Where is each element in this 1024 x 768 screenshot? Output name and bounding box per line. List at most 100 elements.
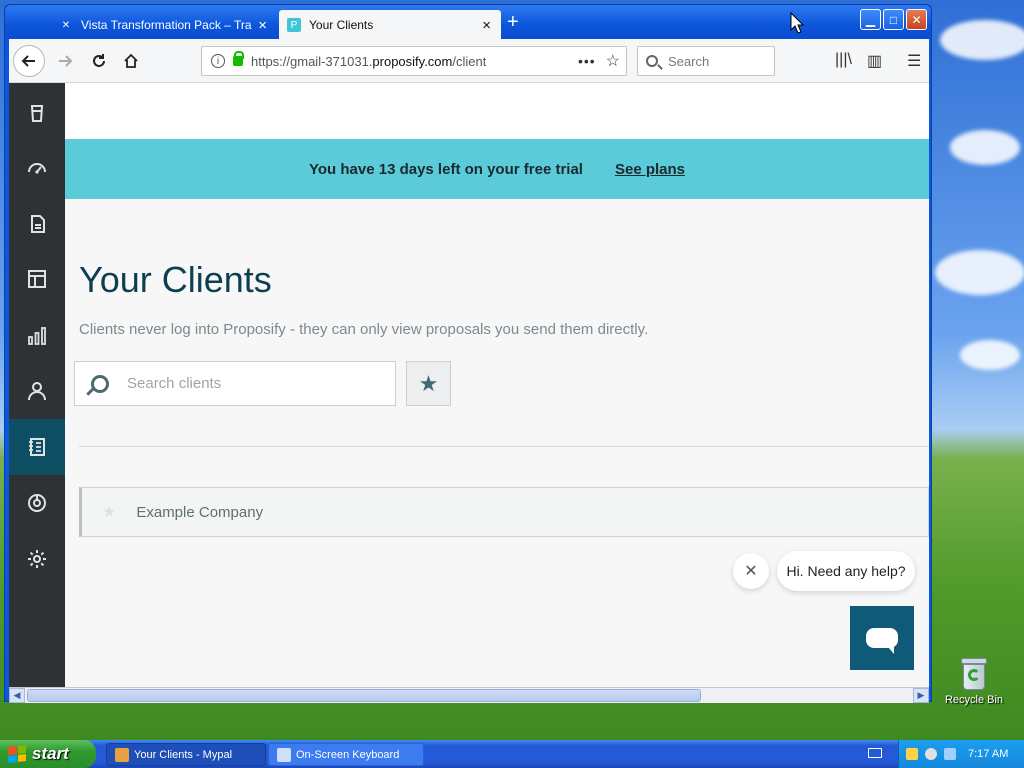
system-tray: 7:17 AM [898, 740, 1024, 768]
chat-bubble-icon [866, 628, 898, 654]
sidebar-item-settings[interactable] [9, 531, 65, 587]
page-subtitle: Clients never log into Proposify - they … [79, 321, 649, 338]
user-icon [28, 382, 46, 401]
windows-logo-icon [8, 745, 26, 763]
client-row[interactable]: ★ Example Company [79, 487, 929, 537]
close-tab-icon[interactable]: × [482, 17, 491, 34]
maximize-button[interactable]: □ [883, 9, 904, 30]
arrow-left-icon [21, 55, 35, 67]
sidebar-item-clients[interactable] [9, 419, 65, 475]
search-icon [646, 55, 658, 67]
start-label: start [32, 744, 69, 763]
taskbar-item-label: Your Clients - Mypal [134, 748, 233, 761]
page-title: Your Clients [79, 259, 272, 300]
taskbar-item-on-screen-keyboard[interactable]: On-Screen Keyboard [268, 743, 424, 766]
favorite-star-icon[interactable]: ★ [102, 502, 116, 522]
mypal-browser-icon [115, 747, 129, 762]
mouse-cursor-icon [790, 12, 804, 34]
dashboard-icon [28, 163, 46, 174]
help-message-bubble[interactable]: Hi. Need any help? [777, 551, 915, 591]
favorites-filter-button[interactable]: ★ [406, 361, 451, 406]
close-help-button[interactable]: ✕ [733, 553, 769, 589]
cloud [940, 20, 1024, 60]
top-header-area [65, 83, 929, 139]
help-text: Hi. Need any help? [786, 563, 906, 579]
start-button[interactable]: start [0, 740, 96, 768]
cloud [960, 340, 1020, 370]
sidebar-toggle-icon[interactable]: ▥ [867, 51, 882, 71]
settings-gear-icon [28, 550, 46, 568]
forward-button[interactable] [51, 47, 79, 75]
close-tab-icon[interactable]: × [258, 17, 267, 34]
page-content: You have 13 days left on your free trial… [9, 83, 929, 687]
trial-banner: You have 13 days left on your free trial… [65, 139, 929, 199]
close-window-button[interactable]: ✕ [906, 9, 927, 30]
templates-icon [28, 270, 46, 288]
taskbar-item-your-clients[interactable]: Your Clients - Mypal [106, 743, 266, 766]
bookmark-star-icon[interactable]: ☆ [606, 51, 620, 71]
client-name: Example Company [136, 503, 264, 521]
sidebar-item-dashboard[interactable] [9, 140, 65, 196]
home-button[interactable] [117, 47, 145, 75]
see-plans-link[interactable]: See plans [615, 161, 685, 178]
security-shield-icon[interactable] [906, 748, 918, 760]
clock[interactable]: 7:17 AM [968, 748, 1008, 760]
documents-icon [31, 215, 45, 233]
sidebar-item-documents[interactable] [9, 196, 65, 252]
tab-your-clients[interactable]: P Your Clients × [279, 10, 501, 40]
new-tab-button[interactable]: + [507, 12, 519, 32]
volume-icon[interactable] [944, 748, 956, 760]
browser-toolbar: i https://gmail-371031.proposify.com/cli… [9, 39, 929, 83]
taskbar: start Your Clients - Mypal On-Screen Key… [0, 740, 1024, 768]
horizontal-scrollbar[interactable]: ◀ ▶ [9, 687, 929, 703]
sidebar-item-templates[interactable] [9, 251, 65, 307]
reload-icon [93, 54, 105, 67]
menu-hamburger-icon[interactable]: ☰ [907, 51, 921, 71]
metrics-icon [28, 327, 46, 345]
tab-vista-transformation-pack[interactable]: ✕ Vista Transformation Pack – Trans × [51, 10, 277, 40]
search-clients-input[interactable]: Search clients [74, 361, 396, 406]
trial-message: You have 13 days left on your free trial [308, 160, 583, 178]
network-icon[interactable] [925, 748, 937, 760]
chat-launcher-button[interactable] [850, 606, 914, 670]
integrations-icon [28, 494, 46, 512]
clients-book-icon [29, 438, 45, 456]
browser-search-input[interactable]: Search [637, 46, 775, 76]
search-placeholder: Search [668, 53, 710, 69]
back-button[interactable] [13, 45, 45, 77]
scroll-right-icon[interactable]: ▶ [913, 688, 929, 703]
info-icon[interactable]: i [211, 54, 225, 68]
address-bar[interactable]: i https://gmail-371031.proposify.com/cli… [201, 46, 627, 76]
close-icon: ✕ [744, 563, 758, 580]
keyboard-icon [277, 747, 291, 762]
sidebar-item-account[interactable] [9, 363, 65, 419]
search-icon [91, 374, 109, 393]
reload-button[interactable] [85, 47, 113, 75]
url-text: https://gmail-371031.proposify.com/clien… [251, 53, 487, 69]
home-icon [124, 53, 138, 68]
recycle-bin-desktop-icon[interactable]: Recycle Bin [944, 656, 1004, 706]
divider [79, 446, 929, 447]
proposify-favicon-icon: P [287, 18, 301, 32]
star-icon: ★ [418, 370, 439, 396]
scrollbar-thumb[interactable] [27, 689, 701, 702]
sidebar-item-metrics[interactable] [9, 307, 65, 363]
sidebar-item-home[interactable] [9, 85, 65, 141]
sidebar-item-integrations[interactable] [9, 475, 65, 531]
x-favicon-icon: ✕ [61, 19, 71, 31]
scroll-left-icon[interactable]: ◀ [9, 688, 25, 703]
app-sidebar [9, 83, 65, 687]
tab-title: Your Clients [309, 18, 374, 32]
browser-window: ✕ Vista Transformation Pack – Trans × P … [4, 4, 932, 703]
tab-title: Vista Transformation Pack – Trans [81, 18, 253, 32]
search-clients-placeholder: Search clients [127, 375, 222, 392]
recycle-bin-label: Recycle Bin [944, 694, 1004, 706]
taskbar-item-label: On-Screen Keyboard [296, 748, 400, 761]
language-keyboard-icon[interactable] [868, 748, 882, 758]
cup-icon [30, 105, 44, 122]
page-actions-icon[interactable]: ••• [578, 53, 596, 69]
minimize-button[interactable]: ▁ [860, 9, 881, 30]
library-icon[interactable]: |||\ [835, 51, 852, 69]
arrow-right-icon [59, 55, 73, 67]
cloud [950, 130, 1020, 165]
